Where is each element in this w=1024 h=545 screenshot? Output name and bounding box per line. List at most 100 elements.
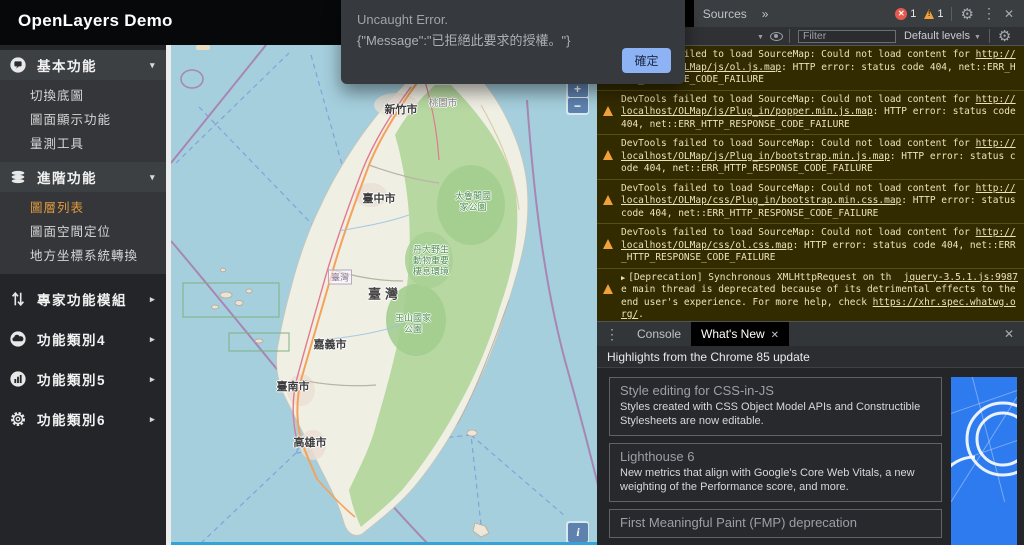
cloud-icon [8, 329, 28, 349]
sidebar-item[interactable]: 量測工具 [0, 132, 166, 156]
sidebar-section-label: 功能類別6 [37, 413, 107, 428]
gear-icon [8, 409, 28, 429]
live-expression-eye-icon[interactable] [769, 31, 783, 41]
chevron-right-icon: ▸ [149, 413, 156, 424]
warning-icon [603, 183, 613, 205]
devtools-menu-icon[interactable] [982, 5, 996, 22]
attribution-info-button[interactable]: i [568, 523, 588, 542]
whats-new-header-text: Highlights from the Chrome 85 update [607, 349, 810, 364]
map-attribution-control: i [566, 521, 589, 544]
map-zoom-control: + − [566, 80, 589, 115]
error-badge[interactable]: ✕ 1 [895, 7, 917, 20]
drawer-tab-console[interactable]: Console [627, 322, 691, 346]
whats-new-body: Style editing for CSS-in-JS Styles create… [597, 368, 1024, 545]
message-link[interactable]: https://xhr.spec.whatwg.org/ [621, 297, 1016, 321]
whats-new-card[interactable]: Lighthouse 6 New metrics that align with … [609, 443, 942, 502]
drawer-menu-icon[interactable] [597, 326, 627, 343]
message-source-link[interactable]: jquery-3.5.1.js:9987 [904, 272, 1018, 285]
card-body: New metrics that align with Google's Cor… [620, 467, 915, 493]
drawer-close-icon[interactable] [1004, 327, 1024, 341]
chevron-right-icon: ▸ [149, 333, 156, 344]
sidebar-item[interactable]: 圖面顯示功能 [0, 108, 166, 132]
console-filter-input[interactable] [797, 29, 896, 43]
settings-gear-icon[interactable] [960, 5, 973, 23]
error-dialog-message: {"Message":"已拒絕此要求的授權。"} [357, 33, 571, 48]
console-message-warning[interactable]: DevTools failed to load SourceMap: Could… [597, 90, 1024, 135]
console-message-warning[interactable]: jquery-3.5.1.js:9987▶[Deprecation] Synch… [597, 268, 1024, 321]
zoom-out-button[interactable]: − [567, 98, 588, 113]
warning-icon [924, 8, 935, 19]
devtools-drawer: Console What's New Highlights from the Ch… [597, 321, 1024, 545]
map-viewport[interactable]: 桃園市 新竹市 臺中市 臺灣 臺灣 嘉義市 臺南市 高雄市 太魯閣國 家公園 丹大野生 動物重要 棲息環… [171, 45, 597, 545]
chevron-down-icon: ▾ [149, 171, 156, 182]
log-levels-label: Default levels [903, 30, 970, 42]
message-link[interactable]: http://localhost/OLMap/css/ol.css.map [621, 227, 1016, 251]
drawer-tab-label: What's New [701, 327, 765, 341]
levels-caret-icon [974, 30, 981, 42]
sidebar-section-2[interactable]: 進階功能 ▾ [0, 162, 166, 192]
whats-new-cards: Style editing for CSS-in-JS Styles create… [609, 377, 942, 538]
sidebar-item[interactable]: 地方坐標系統轉換 [0, 244, 166, 268]
context-dropdown-icon[interactable] [757, 30, 764, 42]
more-tabs-button[interactable]: » [756, 7, 775, 21]
warning-icon [603, 139, 613, 160]
message-link[interactable]: http://localhost/OLMap/css/Plug_in/boots… [621, 183, 1016, 207]
warning-count: 1 [937, 7, 944, 20]
sidebar: 基本功能 ▾ 切換底圖 圖面顯示功能 量測工具 進階功能 ▾ 圖層列表 圖面空間定位 地方坐標系統… [0, 45, 166, 545]
card-title: Style editing for CSS-in-JS [620, 383, 774, 398]
tab-sources[interactable]: Sources [694, 0, 756, 27]
divider [788, 29, 790, 43]
warning-icon [603, 183, 613, 205]
drawer-tabbar: Console What's New [597, 322, 1024, 346]
console-message-list[interactable]: DevTools failed to load SourceMap: Could… [597, 46, 1024, 321]
console-message-warning[interactable]: DevTools failed to load SourceMap: Could… [597, 224, 1024, 269]
tab-close-icon[interactable] [771, 327, 779, 341]
log-levels-dropdown[interactable]: Default levels [904, 30, 981, 42]
sidebar-submenu: 切換底圖 圖面顯示功能 量測工具 [0, 80, 166, 162]
sidebar-section-label: 功能類別5 [37, 373, 107, 388]
message-link[interactable]: http://localhost/OLMap/js/Plug_in/bootst… [621, 138, 1016, 162]
app-window: OpenLayers Demo 基本功能 ▾ 切換底圖 圖面顯示功能 量測工具 進階功能 ▾… [0, 0, 1024, 545]
whats-new-card[interactable]: Style editing for CSS-in-JS Styles create… [609, 377, 942, 436]
console-settings-icon[interactable] [998, 27, 1011, 45]
swap-arrows-icon [8, 289, 28, 309]
error-icon: ✕ [895, 7, 908, 20]
chevron-down-icon: ▾ [149, 59, 156, 70]
sidebar-section-3[interactable]: 專家功能模組 ▸ [0, 284, 166, 314]
sidebar-item[interactable]: 圖層列表 [0, 196, 166, 220]
warning-icon [603, 228, 613, 249]
chart-icon [8, 369, 28, 389]
sidebar-item[interactable]: 圖面空間定位 [0, 220, 166, 244]
sidebar-section-4[interactable]: 功能類別4 ▸ [0, 324, 166, 354]
chevron-right-icon: ▸ [149, 293, 156, 304]
warning-icon [603, 94, 613, 116]
devtools-tabbar-right: ✕ 1 1 [895, 5, 1024, 23]
sidebar-section-6[interactable]: 功能類別6 ▸ [0, 404, 166, 434]
warning-icon [603, 139, 613, 160]
card-title: Lighthouse 6 [620, 449, 695, 464]
drawer-tab-label: Console [637, 327, 682, 341]
message-link[interactable]: http://localhost/OLMap/js/Plug_in/popper… [621, 94, 1016, 118]
sidebar-splitter[interactable] [166, 45, 171, 545]
devtools-close-icon[interactable] [1004, 7, 1014, 21]
divider [988, 29, 990, 43]
whats-new-header: Highlights from the Chrome 85 update [597, 346, 1024, 368]
sidebar-section-5[interactable]: 功能類別5 ▸ [0, 364, 166, 394]
whats-new-thumbnail[interactable] [951, 377, 1017, 545]
error-count: 1 [910, 7, 917, 20]
basemap-taiwan [171, 45, 597, 545]
sidebar-item[interactable]: 切換底圖 [0, 84, 166, 108]
drawer-tab-what-s-new[interactable]: What's New [691, 322, 790, 346]
warning-badge[interactable]: 1 [924, 8, 943, 20]
divider [951, 6, 953, 21]
console-message-warning[interactable]: DevTools failed to load SourceMap: Could… [597, 179, 1024, 224]
sidebar-section-label: 專家功能模組 [37, 293, 127, 308]
whats-new-card[interactable]: First Meaningful Paint (FMP) deprecation [609, 509, 942, 538]
confirm-button[interactable]: 確定 [622, 48, 671, 73]
warning-icon [603, 94, 613, 116]
sidebar-section-1[interactable]: 基本功能 ▾ [0, 50, 166, 80]
expand-arrow-icon[interactable]: ▶ [621, 274, 625, 282]
sidebar-section-label: 功能類別4 [37, 333, 107, 348]
console-message-warning[interactable]: DevTools failed to load SourceMap: Could… [597, 135, 1024, 180]
error-dialog-title: Uncaught Error. [357, 12, 449, 27]
